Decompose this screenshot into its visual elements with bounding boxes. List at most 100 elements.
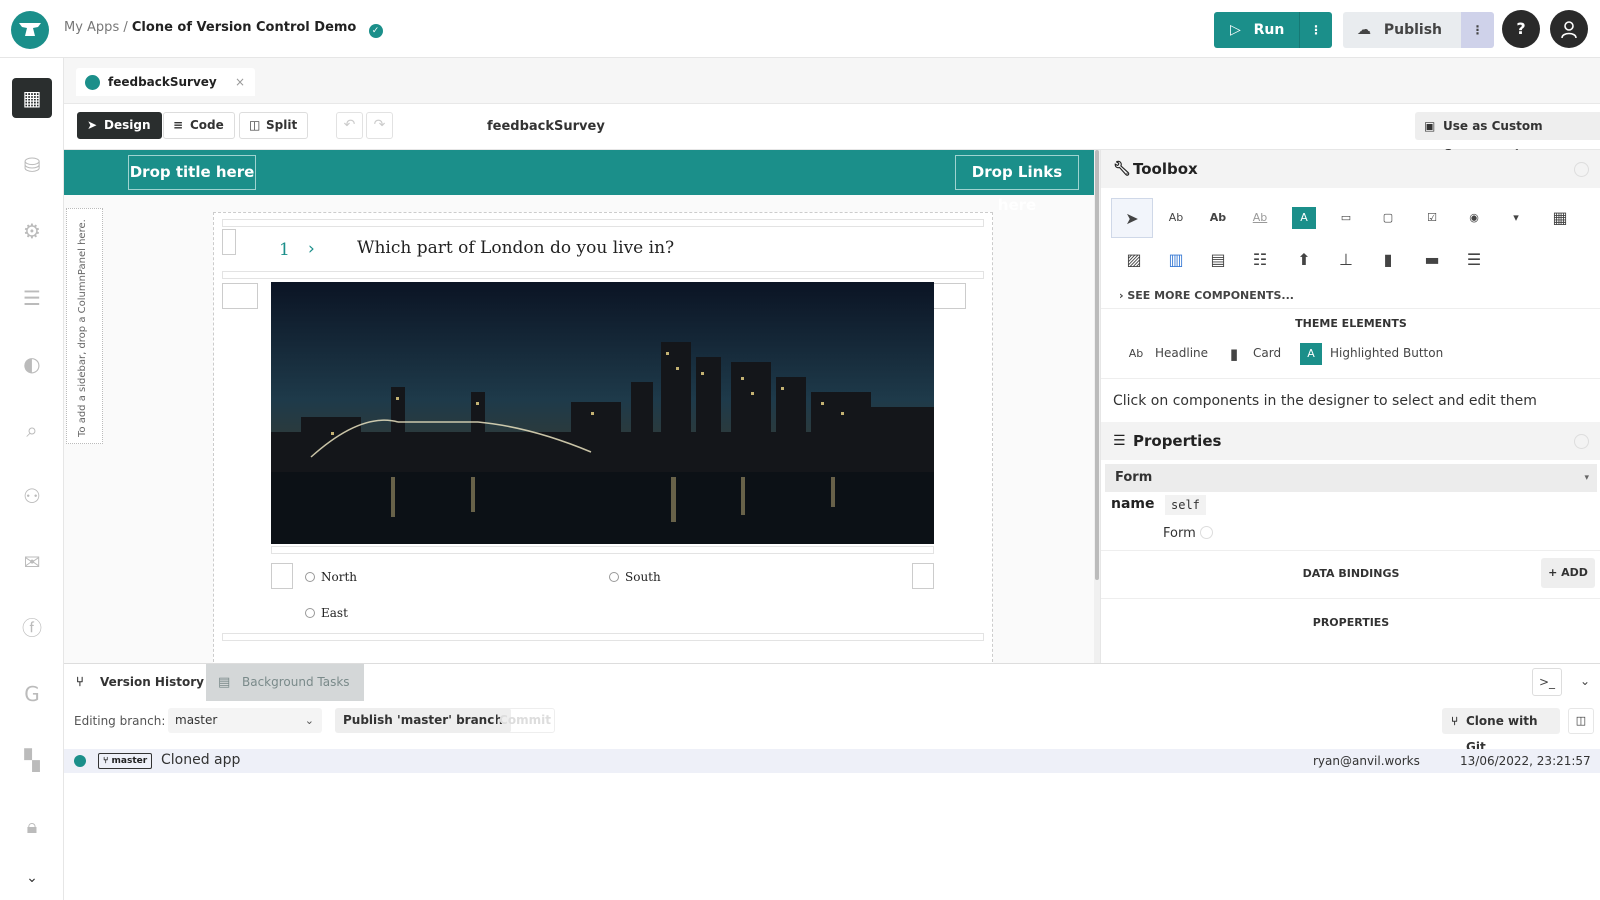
data-tables-icon[interactable]: ⛁ bbox=[12, 145, 52, 185]
radio-south[interactable]: South bbox=[609, 570, 661, 584]
help-button[interactable]: ? bbox=[1502, 10, 1540, 48]
sidebar-drop-zone[interactable]: To add a sidebar, drop a ColumnPanel her… bbox=[66, 208, 103, 444]
add-binding-button[interactable]: + ADD bbox=[1541, 558, 1595, 588]
list-icon[interactable]: ☰ bbox=[12, 278, 52, 318]
toolbox-collapse-icon[interactable] bbox=[1574, 162, 1589, 177]
table-row[interactable]: ⑂ master Cloned app ryan@anvil.works 13/… bbox=[64, 749, 1600, 773]
send-icon: ➤ bbox=[87, 118, 98, 132]
email-icon[interactable]: ✉ bbox=[12, 542, 52, 582]
drop-slot[interactable] bbox=[222, 283, 258, 309]
publish-branch-button[interactable]: Publish 'master' branch bbox=[335, 708, 511, 733]
breadcrumb-my-apps[interactable]: My Apps bbox=[64, 20, 119, 35]
theme-headline[interactable]: Ab Headline bbox=[1125, 340, 1208, 366]
see-more-components[interactable]: › SEE MORE COMPONENTS... bbox=[1119, 289, 1294, 302]
data-grid-tool-icon[interactable]: ▤ bbox=[1203, 245, 1233, 275]
user-avatar-button[interactable] bbox=[1550, 10, 1588, 48]
tab-feedback-survey[interactable]: feedbackSurvey × bbox=[76, 68, 256, 96]
collapse-chevron-icon[interactable]: ⌄ bbox=[12, 858, 52, 898]
commit-button[interactable]: Commit bbox=[495, 708, 555, 733]
column-panel-tool-icon[interactable]: ▮ bbox=[1373, 245, 1403, 275]
toolbox-header[interactable]: 🔧︎ Toolbox bbox=[1101, 150, 1600, 188]
code-mode-button[interactable]: ≡ Code bbox=[163, 112, 235, 139]
dropdown-tool-icon[interactable]: ▾ bbox=[1501, 203, 1531, 233]
flow-panel-tool-icon[interactable]: ▬ bbox=[1417, 245, 1447, 275]
use-as-custom-component-button[interactable]: ▣Use as Custom Component... bbox=[1415, 112, 1600, 161]
terminal-button[interactable]: >_ bbox=[1532, 668, 1562, 696]
rich-text-tool-icon[interactable]: Ab bbox=[1203, 203, 1233, 233]
question-card[interactable]: 1 › Which part of London do you live in? bbox=[213, 212, 993, 663]
theme-palette-icon[interactable]: ◐ bbox=[12, 344, 52, 384]
info-icon[interactable] bbox=[1199, 526, 1213, 539]
properties-collapse-icon[interactable] bbox=[1574, 434, 1589, 449]
app-name[interactable]: Clone of Version Control Demo bbox=[132, 20, 356, 35]
radio-circle-icon bbox=[609, 572, 619, 582]
publish-button[interactable]: ☁ Publish bbox=[1343, 12, 1461, 48]
label-tool-icon[interactable]: Ab bbox=[1161, 203, 1191, 233]
london-skyline-image[interactable] bbox=[271, 282, 934, 544]
run-options-button[interactable]: ⋮ bbox=[1299, 12, 1332, 48]
linear-panel-tool-icon[interactable]: ☰ bbox=[1459, 245, 1489, 275]
radio-tool-icon[interactable]: ◉ bbox=[1459, 203, 1489, 233]
drop-slot[interactable] bbox=[222, 271, 984, 279]
image-tool-icon[interactable]: ▨ bbox=[1119, 245, 1149, 275]
branch-select[interactable]: master ⌄ bbox=[168, 708, 322, 733]
tab-background-tasks[interactable]: ▤ Background Tasks bbox=[206, 664, 364, 701]
facebook-icon[interactable]: ⓕ bbox=[12, 608, 52, 648]
undo-button[interactable]: ↶ bbox=[336, 112, 363, 139]
spacer-tool-icon[interactable]: ⊥ bbox=[1331, 245, 1361, 275]
top-bar: My Apps / Clone of Version Control Demo … bbox=[0, 0, 1600, 58]
theme-card[interactable]: ▮ Card bbox=[1223, 340, 1281, 366]
design-mode-button[interactable]: ➤ Design bbox=[77, 112, 162, 139]
plot-tool-icon[interactable]: ▥ bbox=[1161, 245, 1191, 275]
textbox-tool-icon[interactable]: ▭ bbox=[1331, 203, 1361, 233]
drop-slot[interactable] bbox=[912, 563, 934, 589]
drop-links-zone[interactable]: Drop Links here bbox=[955, 155, 1079, 214]
link-tool-icon[interactable]: Ab bbox=[1245, 203, 1275, 233]
name-value[interactable]: self bbox=[1165, 495, 1206, 515]
lock-icon[interactable]: 🔒︎ bbox=[12, 806, 52, 846]
question-text[interactable]: Which part of London do you live in? bbox=[357, 238, 674, 258]
drop-slot[interactable] bbox=[271, 563, 293, 589]
button-tool-icon[interactable]: A bbox=[1292, 207, 1316, 229]
history-layout-button[interactable]: ◫ bbox=[1568, 708, 1594, 734]
tab-version-history[interactable]: ⑂ Version History bbox=[64, 664, 218, 701]
calendar-tool-icon[interactable]: ▦ bbox=[1545, 203, 1575, 233]
file-loader-tool-icon[interactable]: ⬆ bbox=[1289, 245, 1319, 275]
drop-slot[interactable] bbox=[222, 219, 984, 227]
pointer-tool-icon[interactable]: ➤ bbox=[1111, 198, 1153, 238]
redo-button[interactable]: ↷ bbox=[366, 112, 393, 139]
drop-slot[interactable] bbox=[222, 633, 984, 641]
design-canvas[interactable]: Drop title here Drop Links here To add a… bbox=[64, 150, 1094, 663]
commit-dot-icon bbox=[74, 755, 86, 767]
clone-with-git-button[interactable]: ⑂ Clone with Git bbox=[1442, 708, 1560, 754]
users-icon[interactable]: ⚇ bbox=[12, 476, 52, 516]
app-browser-icon[interactable]: ▦ bbox=[12, 78, 52, 118]
chevron-down-icon: ⌄ bbox=[304, 714, 314, 727]
microsoft-icon[interactable]: ▚ bbox=[12, 740, 52, 780]
verified-check-icon: ✓ bbox=[368, 24, 383, 38]
drop-slot[interactable] bbox=[271, 546, 934, 554]
run-button[interactable]: ▷ Run bbox=[1214, 12, 1299, 48]
git-branch-icon: ⑂ bbox=[76, 675, 84, 690]
textarea-tool-icon[interactable]: ▢ bbox=[1373, 203, 1403, 233]
settings-icon[interactable]: ⚙ bbox=[12, 211, 52, 251]
radio-north[interactable]: North bbox=[305, 570, 357, 584]
anvil-logo-icon[interactable] bbox=[11, 11, 49, 49]
checkbox-tool-icon[interactable]: ☑ bbox=[1417, 203, 1447, 233]
sidebar-hint-text: To add a sidebar, drop a ColumnPanel her… bbox=[77, 219, 88, 437]
divider bbox=[1101, 378, 1600, 379]
drop-title-zone[interactable]: Drop title here bbox=[128, 155, 256, 190]
properties-header[interactable]: ☰ Properties bbox=[1101, 422, 1600, 460]
drop-slot[interactable] bbox=[930, 283, 966, 309]
google-icon[interactable]: G bbox=[12, 674, 52, 714]
drop-slot[interactable] bbox=[222, 229, 236, 255]
close-icon[interactable]: × bbox=[235, 75, 245, 89]
publish-options-button[interactable]: ⋮ bbox=[1461, 12, 1494, 48]
form-component-row[interactable]: Form ▾ bbox=[1105, 464, 1597, 492]
collapse-panel-icon[interactable]: ⌄ bbox=[1570, 668, 1600, 696]
search-icon[interactable]: ⌕ bbox=[12, 410, 52, 450]
repeating-panel-tool-icon[interactable]: ☷ bbox=[1245, 245, 1275, 275]
split-mode-button[interactable]: ◫ Split bbox=[239, 112, 309, 139]
theme-highlighted-button[interactable]: A Highlighted Button bbox=[1300, 340, 1443, 366]
radio-east[interactable]: East bbox=[305, 606, 348, 620]
